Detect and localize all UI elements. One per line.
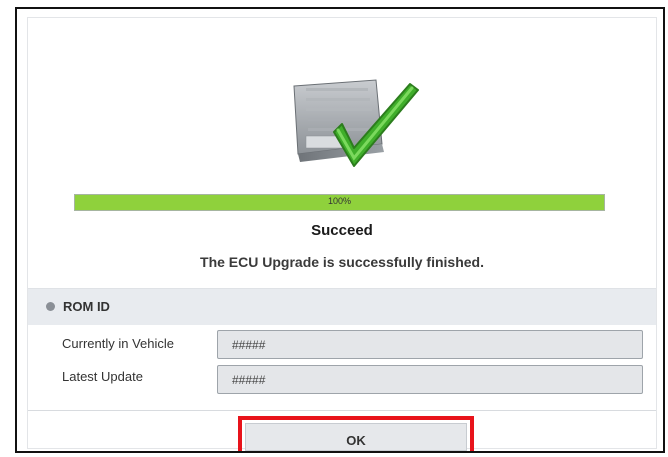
- currently-in-vehicle-field: #####: [217, 330, 643, 359]
- status-title: Succeed: [311, 222, 373, 239]
- dialog-frame: 100% Succeed The ECU Upgrade is successf…: [15, 7, 665, 453]
- ecu-success-graphic: [276, 74, 436, 174]
- ok-highlight-box: OK: [238, 416, 474, 451]
- bullet-icon: [46, 302, 55, 311]
- status-message: The ECU Upgrade is successfully finished…: [200, 254, 484, 270]
- green-checkmark-icon: [333, 83, 419, 167]
- rom-id-section-header: ROM ID: [28, 288, 656, 325]
- upgrade-result-panel: 100% Succeed The ECU Upgrade is successf…: [27, 17, 657, 451]
- latest-update-field: #####: [217, 365, 643, 394]
- latest-update-label: Latest Update: [62, 369, 143, 384]
- ok-button[interactable]: OK: [245, 423, 467, 451]
- divider: [28, 410, 656, 411]
- rom-id-label: ROM ID: [63, 299, 110, 314]
- progress-label: 100%: [327, 196, 352, 206]
- upgrade-progress-bar: 100%: [74, 194, 605, 211]
- currently-in-vehicle-label: Currently in Vehicle: [62, 336, 174, 351]
